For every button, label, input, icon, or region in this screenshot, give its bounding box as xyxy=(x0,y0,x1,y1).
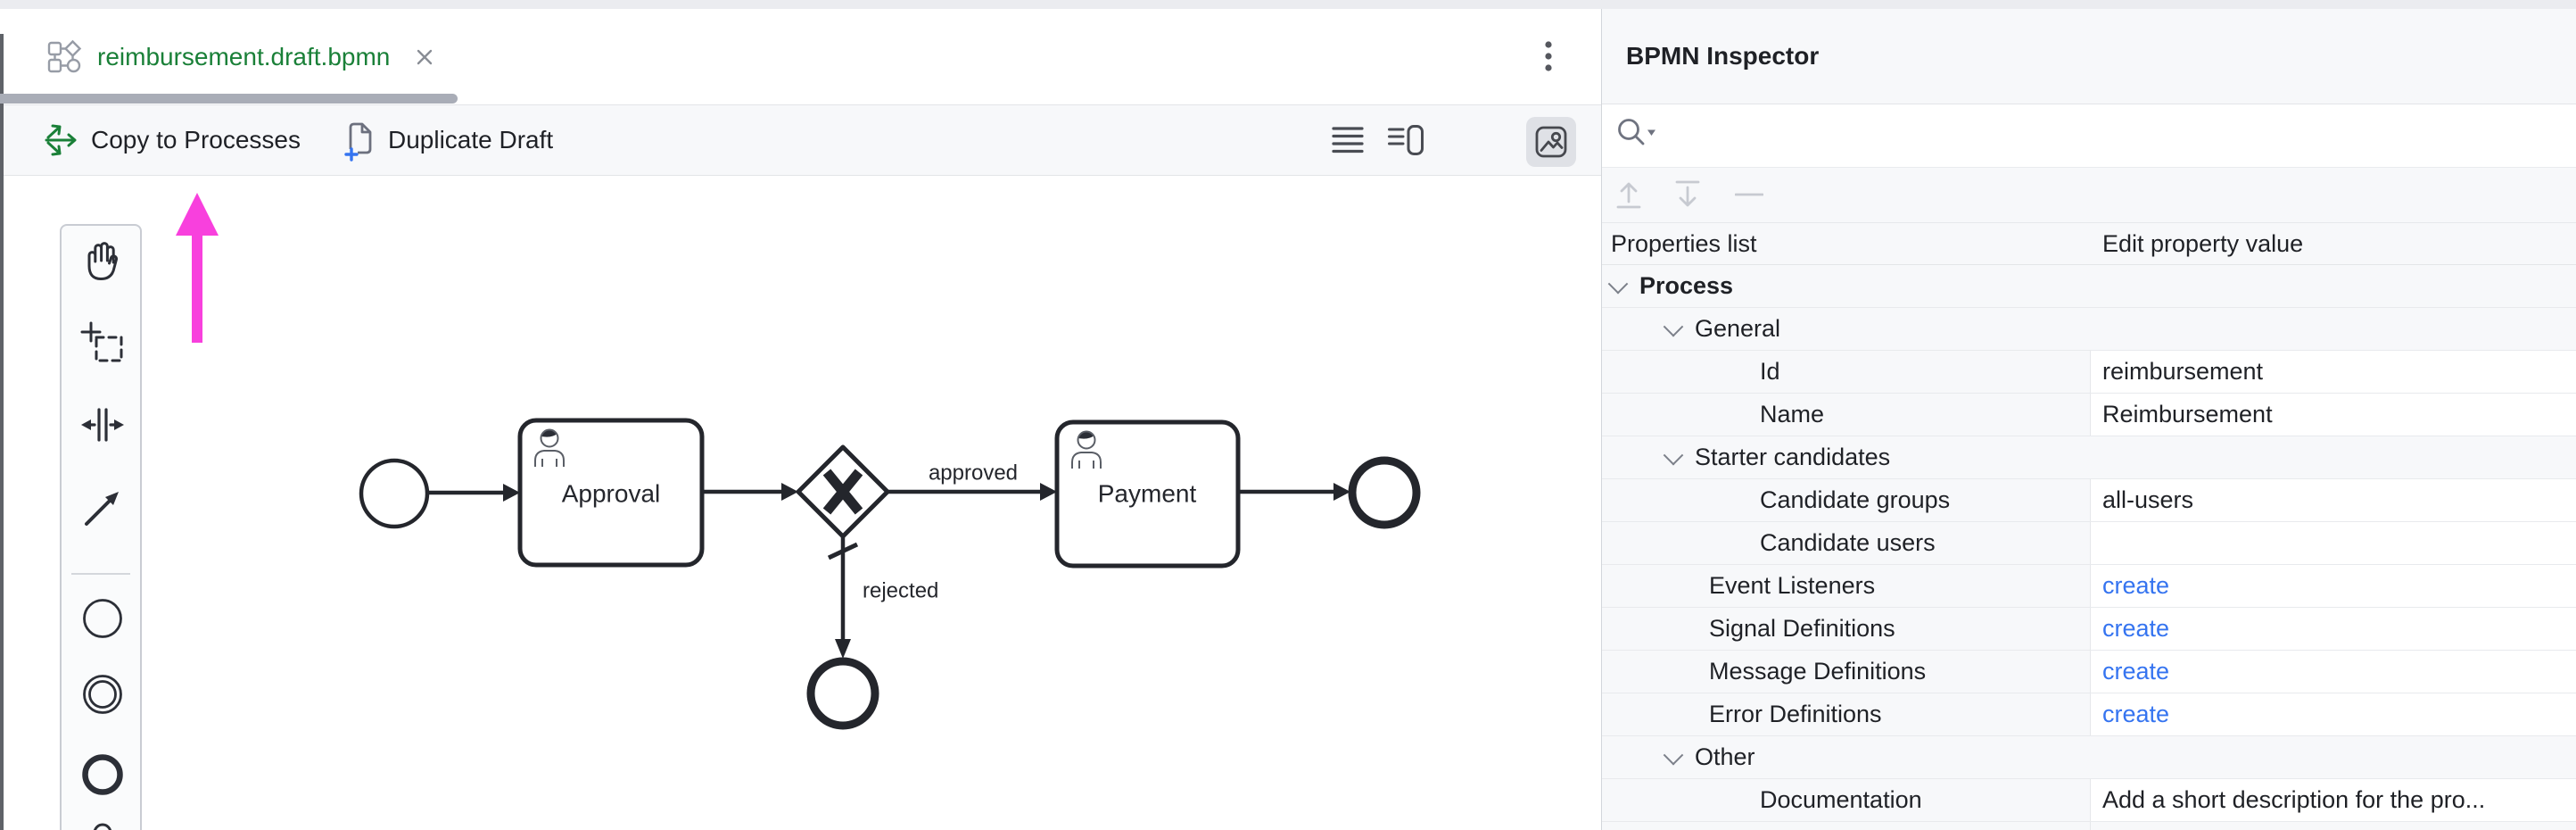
flow-approved-label: approved xyxy=(929,461,1018,486)
property-row-candidate-users: Candidate users xyxy=(1602,522,2576,565)
bpmn-canvas[interactable]: Approval Payment approved rejected xyxy=(0,176,1601,830)
duplicate-draft-button[interactable]: Duplicate Draft xyxy=(340,119,553,162)
property-row-id: Id reimbursement xyxy=(1602,351,2576,394)
group-row-starter-candidates[interactable]: Starter candidates xyxy=(1602,436,2576,479)
group-row-general[interactable]: General xyxy=(1602,308,2576,351)
bpmn-diagram: Approval Payment approved rejected xyxy=(0,176,1601,830)
chevron-down-icon xyxy=(1664,316,1684,336)
inspector-column-headers: Properties list Edit property value xyxy=(1602,223,2576,265)
copy-to-processes-label: Copy to Processes xyxy=(91,126,301,154)
search-icon[interactable] xyxy=(1615,115,1658,151)
chevron-down-icon xyxy=(1608,273,1629,294)
window-top-strip xyxy=(0,0,2576,9)
space-tool-icon[interactable] xyxy=(79,404,126,451)
task-payment-label: Payment xyxy=(1098,480,1197,508)
property-row-error-definitions: Error Definitions create xyxy=(1602,693,2576,736)
split-view-icon[interactable] xyxy=(1388,125,1424,155)
flow-start-to-approval[interactable] xyxy=(427,484,520,502)
palette-separator xyxy=(71,573,130,575)
chevron-down-icon xyxy=(1664,744,1684,765)
create-signal-definitions-link[interactable]: create xyxy=(2102,615,2169,643)
flow-approval-to-gateway[interactable] xyxy=(702,483,798,501)
create-event-listeners-link[interactable]: create xyxy=(2102,572,2169,600)
exclusive-gateway[interactable] xyxy=(798,447,888,536)
start-event-tool-icon[interactable] xyxy=(79,595,126,642)
task-approval-label: Approval xyxy=(562,480,661,508)
end-event-rejected[interactable] xyxy=(811,661,875,726)
value-documentation[interactable]: Add a short description for the pro... xyxy=(2091,779,2576,821)
move-down-icon[interactable] xyxy=(1674,178,1701,211)
tab-reimbursement-draft-bpmn[interactable]: reimbursement.draft.bpmn xyxy=(0,9,434,104)
global-connect-tool-icon[interactable] xyxy=(79,485,126,531)
property-row-signal-definitions: Signal Definitions create xyxy=(1602,608,2576,651)
close-icon[interactable] xyxy=(415,47,434,67)
inspector-search-input[interactable] xyxy=(1661,112,2547,160)
annotation-arrow-up xyxy=(176,193,219,343)
value-id[interactable]: reimbursement xyxy=(2091,351,2576,393)
remove-icon[interactable] xyxy=(1735,192,1763,197)
end-event-tool-icon[interactable] xyxy=(79,751,126,798)
properties-tree: Process General Id reimbursement Name Re… xyxy=(1602,265,2576,830)
editor-toolbar: Copy to Processes Duplicate Draft xyxy=(0,104,1601,176)
lasso-tool-icon[interactable] xyxy=(79,320,126,367)
duplicate-draft-label: Duplicate Draft xyxy=(388,126,553,154)
copy-to-processes-icon xyxy=(43,120,78,160)
flow-approved[interactable] xyxy=(888,483,1057,501)
flow-rejected[interactable] xyxy=(829,536,857,659)
inspector-header: BPMN Inspector xyxy=(1602,9,2576,104)
window-left-edge xyxy=(0,34,4,830)
create-error-definitions-link[interactable]: create xyxy=(2102,701,2169,728)
kebab-menu-icon[interactable] xyxy=(1536,34,1561,85)
property-row-event-listeners: Event Listeners create xyxy=(1602,565,2576,608)
bpmn-file-icon xyxy=(46,38,83,75)
hand-tool-icon[interactable] xyxy=(79,238,126,285)
editor-tab-bar: reimbursement.draft.bpmn xyxy=(0,9,1601,104)
chevron-down-icon xyxy=(1664,444,1684,465)
value-candidate-groups[interactable]: all-users xyxy=(2091,479,2576,521)
xml-view-icon[interactable] xyxy=(1332,126,1364,154)
canvas-view-icon xyxy=(1535,126,1567,158)
value-name[interactable]: Reimbursement xyxy=(2091,394,2576,436)
tab-progress-bar xyxy=(0,94,458,104)
inspector-title: BPMN Inspector xyxy=(1626,42,1819,71)
create-message-definitions-link[interactable]: create xyxy=(2102,658,2169,685)
move-up-icon[interactable] xyxy=(1615,178,1642,211)
inspector-actions-row xyxy=(1602,168,2576,223)
value-candidate-users[interactable] xyxy=(2091,522,2576,564)
start-event[interactable] xyxy=(361,461,427,527)
editor-area: reimbursement.draft.bpmn xyxy=(0,9,1601,830)
gateway-tool-icon-partial[interactable] xyxy=(79,815,126,830)
tool-palette xyxy=(60,224,142,830)
inspector-search-row xyxy=(1602,104,2576,168)
column-properties-list: Properties list xyxy=(1602,230,2091,258)
flow-payment-to-end[interactable] xyxy=(1238,483,1350,501)
bpmn-editor-window: reimbursement.draft.bpmn xyxy=(0,0,2576,830)
canvas-view-button-active[interactable] xyxy=(1526,117,1576,167)
property-row-candidate-groups: Candidate groups all-users xyxy=(1602,479,2576,522)
tab-title: reimbursement.draft.bpmn xyxy=(97,43,390,71)
intermediate-event-tool-icon[interactable] xyxy=(79,671,126,718)
column-edit-property-value: Edit property value xyxy=(2091,230,2303,258)
property-row-name: Name Reimbursement xyxy=(1602,394,2576,436)
property-row-documentation: Documentation Add a short description fo… xyxy=(1602,779,2576,822)
property-row-message-definitions: Message Definitions create xyxy=(1602,651,2576,693)
bpmn-inspector-panel: BPMN Inspector xyxy=(1601,9,2576,830)
partial-next-row xyxy=(1602,822,2576,830)
copy-to-processes-button[interactable]: Copy to Processes xyxy=(43,120,301,160)
group-row-process[interactable]: Process xyxy=(1602,265,2576,308)
group-row-other[interactable]: Other xyxy=(1602,736,2576,779)
flow-rejected-label: rejected xyxy=(863,579,938,603)
end-event-paid[interactable] xyxy=(1352,461,1416,525)
duplicate-draft-icon xyxy=(340,119,376,162)
